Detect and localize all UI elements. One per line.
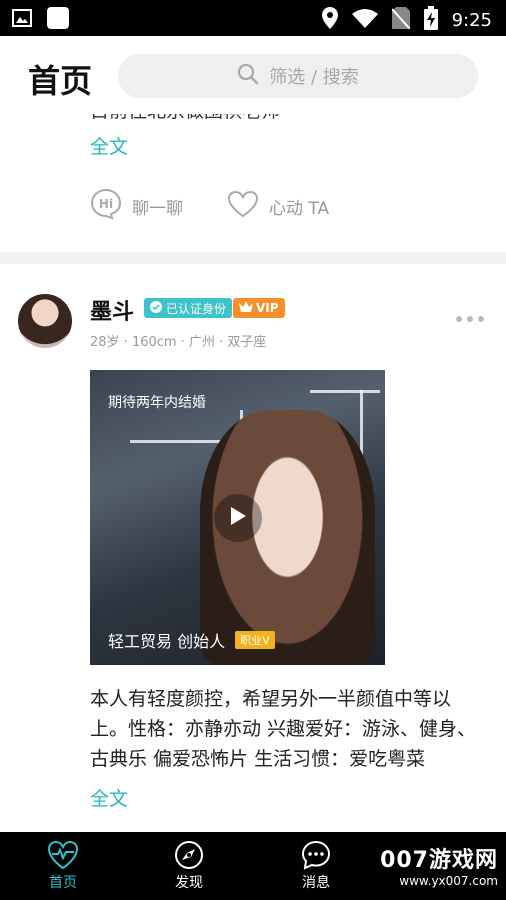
job-title: 轻工贸易 创始人	[108, 632, 226, 651]
feed-card-profile[interactable]: 墨斗 已认证身份 VIP 28岁 · 160cm · 广州 · 双子座 期待两年	[0, 264, 506, 832]
verified-badge: 已认证身份	[144, 298, 233, 318]
wifi-icon	[351, 8, 378, 32]
card-actions: Hi 聊一聊 心动 TA	[90, 188, 329, 225]
video-caption: 期待两年内结婚	[108, 395, 206, 411]
chat-label: 聊一聊	[132, 199, 183, 219]
tab-home[interactable]: 首页	[28, 838, 98, 892]
top-header: 首页 筛选 / 搜索	[0, 36, 506, 114]
profile-text-truncated: 目前住北京做围棋老师	[90, 114, 280, 126]
no-sim-icon	[390, 7, 411, 33]
compass-icon	[154, 838, 224, 872]
tab-home-label: 首页	[49, 875, 77, 891]
page-title: 首页	[28, 62, 93, 100]
profile-name: 墨斗	[90, 300, 135, 325]
full-text-link[interactable]: 全文	[90, 784, 128, 811]
search-bar[interactable]: 筛选 / 搜索	[118, 54, 478, 98]
vip-badge: VIP	[233, 298, 285, 318]
verified-badge-label: 已认证身份	[166, 301, 227, 316]
hi-bubble-icon: Hi	[90, 188, 122, 225]
more-options-button[interactable]	[456, 316, 484, 322]
search-icon	[237, 63, 259, 89]
gallery-notification-icon	[12, 8, 32, 32]
check-shield-icon	[150, 300, 162, 316]
avatar[interactable]	[18, 294, 72, 348]
more-dot-icon	[456, 316, 462, 322]
profile-description: 本人有轻度颜控，希望另外一半颜值中等以上。性格：亦静亦动 兴趣爱好：游泳、健身、…	[90, 688, 477, 770]
job-verified-badge: 职业V	[235, 631, 275, 649]
app-notification-icon	[46, 6, 70, 34]
profile-meta: 28岁 · 160cm · 广州 · 双子座	[90, 335, 267, 350]
battery-charging-icon	[423, 6, 438, 34]
feed-list[interactable]: 目前住北京做围棋老师 全文 Hi 聊一聊 心动 TA 墨斗	[0, 114, 506, 832]
like-label: 心动 TA	[269, 199, 330, 219]
video-job: 轻工贸易 创始人 职业V	[108, 628, 275, 652]
tab-messages[interactable]: 消息	[281, 838, 351, 892]
full-text-link[interactable]: 全文	[90, 132, 128, 159]
svg-text:Hi: Hi	[99, 197, 113, 211]
chat-button[interactable]: Hi 聊一聊	[90, 188, 183, 225]
more-dot-icon	[467, 316, 473, 322]
more-dot-icon	[478, 316, 484, 322]
like-button[interactable]: 心动 TA	[227, 190, 329, 223]
chat-bubble-icon	[281, 838, 351, 872]
bottom-tab-bar: 首页 发现 消息 007游戏网 www.yx007.com	[0, 832, 506, 900]
vip-badge-label: VIP	[256, 301, 279, 315]
clock: 9:25	[451, 9, 492, 31]
watermark-url: www.yx007.com	[399, 874, 498, 888]
neon-light	[310, 390, 380, 393]
play-icon	[229, 506, 247, 530]
location-icon	[321, 7, 338, 33]
heart-icon	[227, 190, 259, 223]
status-bar: 9:25	[0, 0, 506, 36]
card-divider	[0, 252, 506, 264]
play-button[interactable]	[214, 494, 262, 542]
tab-discover-label: 发现	[175, 875, 203, 891]
tab-discover[interactable]: 发现	[154, 838, 224, 892]
video-thumbnail[interactable]: 期待两年内结婚 轻工贸易 创始人 职业V	[90, 370, 385, 665]
site-watermark: 007游戏网 www.yx007.com	[380, 842, 498, 888]
heart-pulse-icon	[28, 838, 98, 872]
watermark-title: 007游戏网	[380, 848, 498, 873]
search-placeholder: 筛选 / 搜索	[269, 67, 359, 88]
feed-card-previous: 目前住北京做围棋老师 全文 Hi 聊一聊 心动 TA	[0, 114, 506, 246]
crown-icon	[239, 301, 253, 315]
tab-messages-label: 消息	[302, 875, 330, 891]
